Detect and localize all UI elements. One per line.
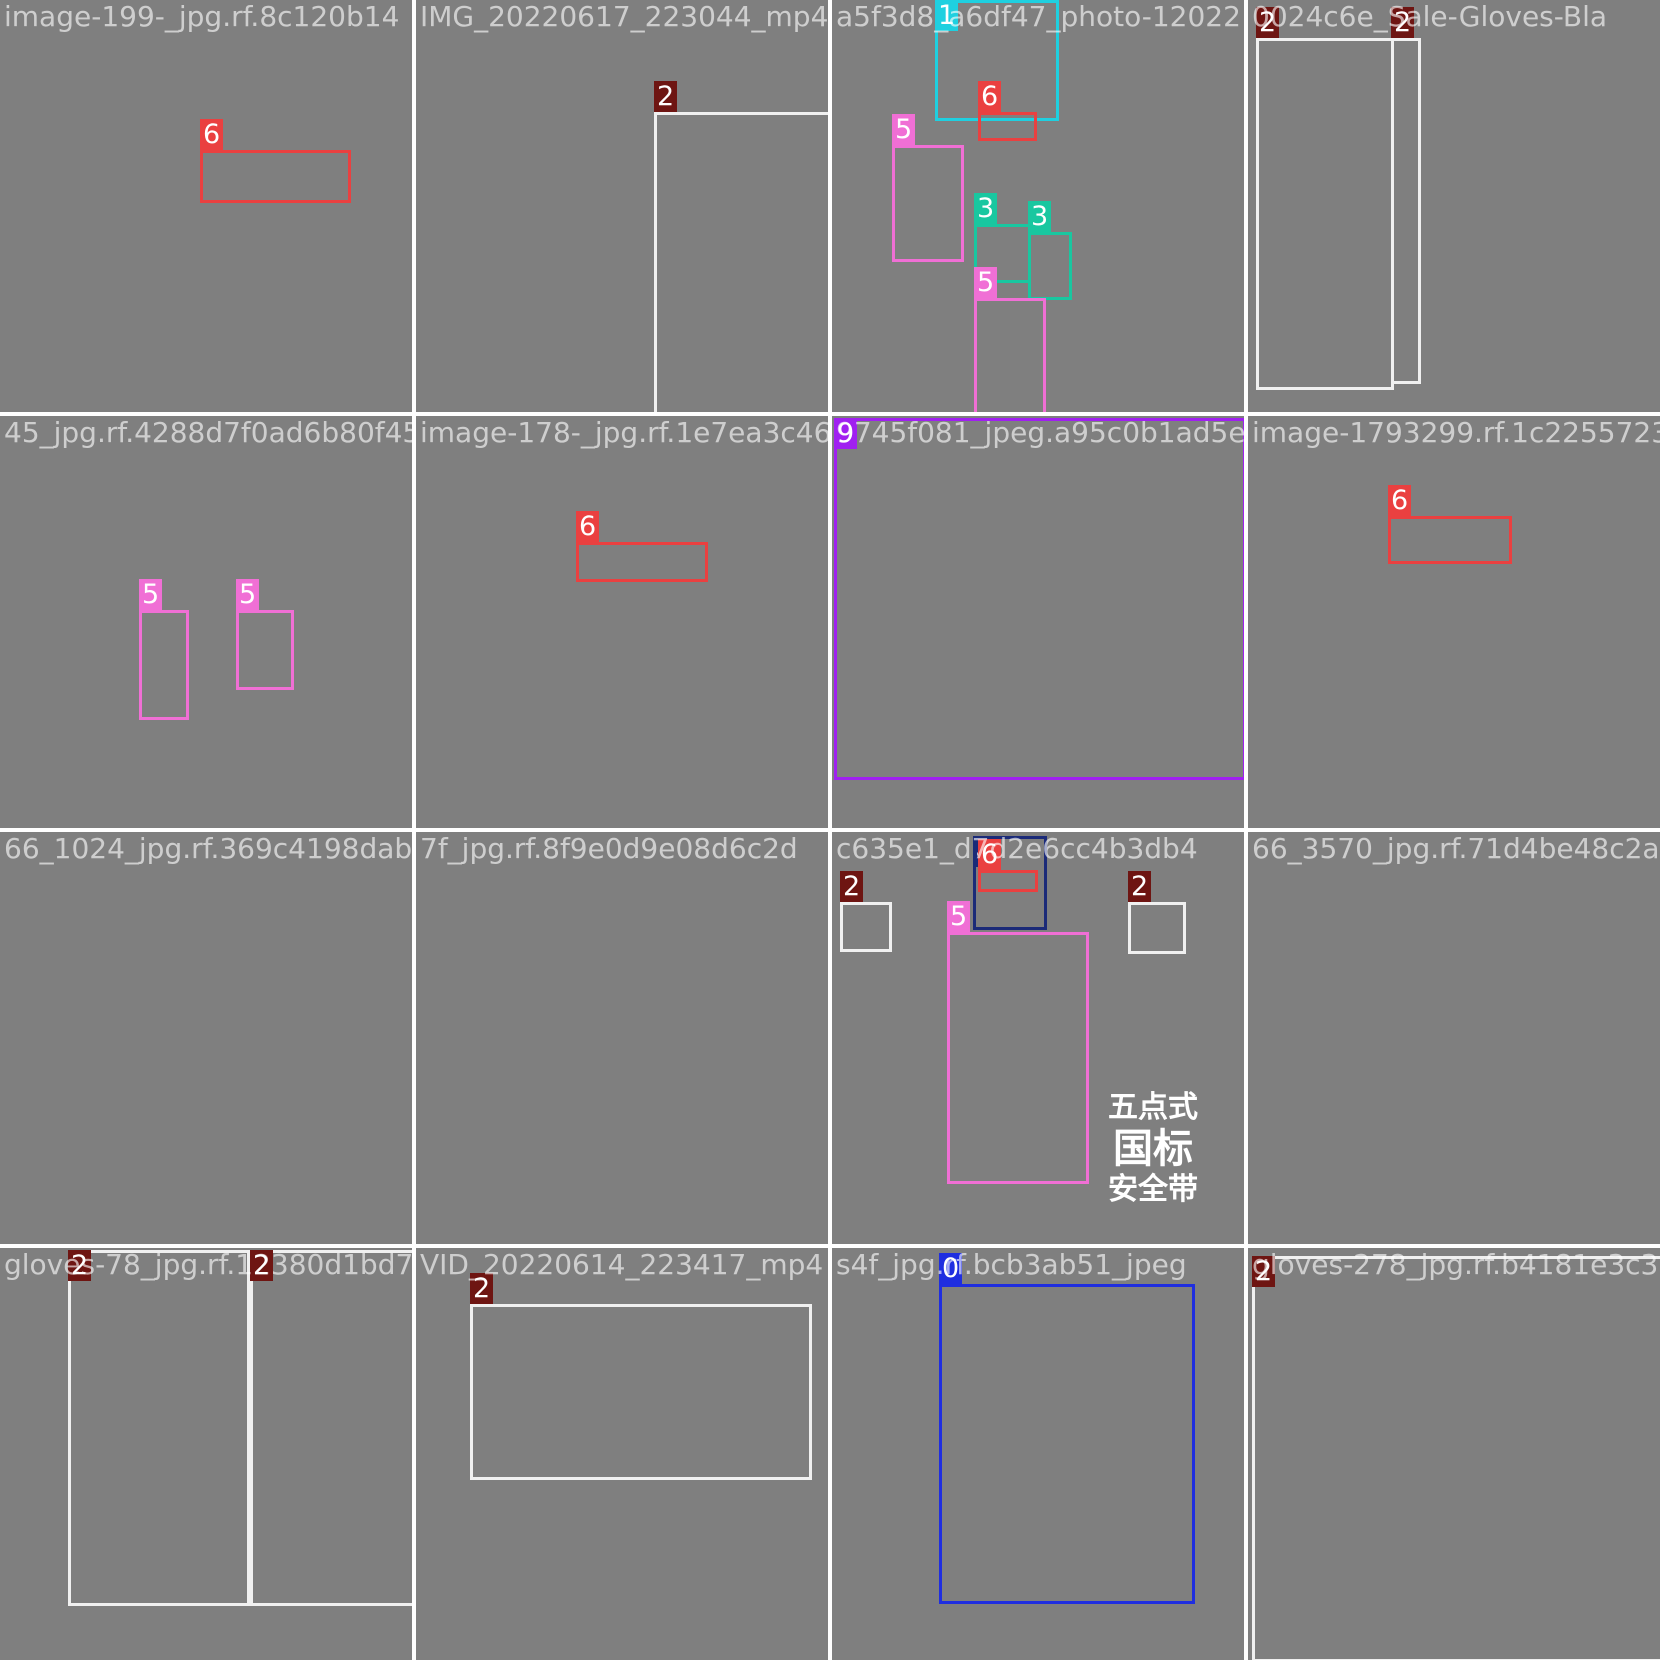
bbox-label: 2 — [840, 871, 864, 902]
bbox-label: 6 — [576, 511, 600, 542]
bbox-label: 5 — [892, 114, 916, 145]
bbox-label: 5 — [947, 901, 971, 932]
bbox-class-6: 6 — [576, 511, 708, 582]
mosaic-grid: image-199-_jpg.rf.8c120b14 6 IMG_20220617… — [0, 0, 1664, 1664]
tile-image — [0, 0, 412, 412]
mosaic-tile: a5f3d8_a6df47_photo-12022 1 6 5 3 3 5 — [832, 0, 1244, 412]
mosaic-tile: VID_20220614_223417_mp4 2 — [416, 1248, 828, 1660]
tile-image — [0, 416, 412, 828]
sign-line: 安全带 — [1108, 1172, 1198, 1207]
bbox-label: 2 — [470, 1273, 494, 1304]
grid-separator — [0, 828, 1664, 832]
bbox-class-2: 2 — [840, 871, 892, 952]
grid-separator — [1244, 0, 1248, 1664]
bbox-class-6: 6 — [1388, 485, 1512, 564]
bbox-class-2: 2 — [1128, 871, 1186, 954]
mosaic-tile: s4f_jpg.rf.bcb3ab51_jpeg 0 — [832, 1248, 1244, 1660]
bbox-label: 5 — [139, 579, 163, 610]
bbox-label: 6 — [978, 81, 1002, 112]
bbox-label: 5 — [236, 579, 260, 610]
mosaic-tile: image-178-_jpg.rf.1e7ea3c46 6 — [416, 416, 828, 828]
bbox-class-3: 3 — [1028, 201, 1072, 300]
grid-separator — [0, 412, 1664, 416]
bbox-label: 6 — [1388, 485, 1412, 516]
bbox-label: 2 — [1252, 1256, 1276, 1287]
sign-text: 五点式 国标 安全带 — [1094, 1090, 1212, 1208]
bbox-label: 6 — [978, 839, 1002, 870]
mosaic-tile: 7f_jpg.rf.8f9e0d9e08d6c2d — [416, 832, 828, 1244]
grid-separator — [412, 0, 416, 1664]
mosaic-tile: 66_1024_jpg.rf.369c4198dab — [0, 832, 412, 1244]
bbox-class-2: 2 — [470, 1273, 812, 1480]
bbox-class-5: 5 — [947, 901, 1089, 1184]
bbox-class-2: 2 — [654, 81, 828, 412]
bbox-class-2: 2 — [1252, 1256, 1660, 1660]
bbox-class-2: 2 — [1391, 7, 1421, 384]
bbox-class-2: 2 — [68, 1250, 250, 1606]
sign-line: 国标 — [1113, 1126, 1193, 1172]
bbox-class-5: 5 — [139, 579, 189, 720]
bbox-label: 2 — [250, 1250, 274, 1281]
bbox-class-5: 5 — [892, 114, 964, 262]
bbox-label: 2 — [1256, 7, 1280, 38]
grid-separator — [0, 1244, 1664, 1248]
mosaic-tile: gloves-278_jpg.rf.b4181e3c3 2 — [1248, 1248, 1660, 1660]
mosaic-tile: gloves-78_jpg.rf.12380d1bd7 2 2 — [0, 1248, 412, 1660]
grid-separator — [828, 0, 832, 1664]
bbox-label: 1 — [935, 0, 959, 31]
bbox-label: 2 — [1128, 871, 1152, 902]
bbox-label: 3 — [1028, 201, 1052, 232]
tile-image — [1248, 416, 1660, 828]
bbox-class-5: 5 — [236, 579, 294, 690]
bbox-class-2: 2 — [1256, 7, 1394, 390]
bbox-class-9: 9 — [834, 418, 1244, 780]
mosaic-tile: 9745f081_jpeg.a95c0b1ad5e 9 — [832, 416, 1244, 828]
mosaic-tile: image-199-_jpg.rf.8c120b14 6 — [0, 0, 412, 412]
bbox-label: 5 — [974, 267, 998, 298]
bbox-label: 2 — [654, 81, 678, 112]
mosaic-tile: image-1793299.rf.1c2255723 6 — [1248, 416, 1660, 828]
bbox-label: 6 — [200, 119, 224, 150]
bbox-label: 2 — [68, 1250, 92, 1281]
bbox-class-6: 6 — [978, 81, 1037, 141]
tile-image — [416, 832, 828, 1244]
mosaic-tile: 66_3570_jpg.rf.71d4be48c2a — [1248, 832, 1660, 1244]
bbox-class-2: 2 — [250, 1250, 412, 1606]
bbox-class-6: 6 — [200, 119, 351, 203]
tile-image — [416, 416, 828, 828]
mosaic-tile: IMG_20220617_223044_mp4 2 — [416, 0, 828, 412]
bbox-label: 3 — [974, 193, 998, 224]
bbox-class-0: 0 — [939, 1253, 1195, 1604]
mosaic-tile: 0024c6e_Sale-Gloves-Bla 2 2 — [1248, 0, 1660, 412]
bbox-label: 2 — [1391, 7, 1415, 38]
sign-line: 五点式 — [1108, 1090, 1198, 1125]
tile-image — [0, 832, 412, 1244]
mosaic-tile: 45_jpg.rf.4288d7f0ad6b80f45 5 5 — [0, 416, 412, 828]
bbox-label: 9 — [834, 418, 858, 449]
bbox-class-5: 5 — [974, 267, 1046, 412]
bbox-label: 0 — [939, 1253, 963, 1284]
bbox-class-6: 6 — [978, 839, 1038, 892]
mosaic-tile: 五点式国标安全带c635e1_d7d2e6cc4b3db446522 — [832, 832, 1244, 1244]
tile-image — [1248, 832, 1660, 1244]
